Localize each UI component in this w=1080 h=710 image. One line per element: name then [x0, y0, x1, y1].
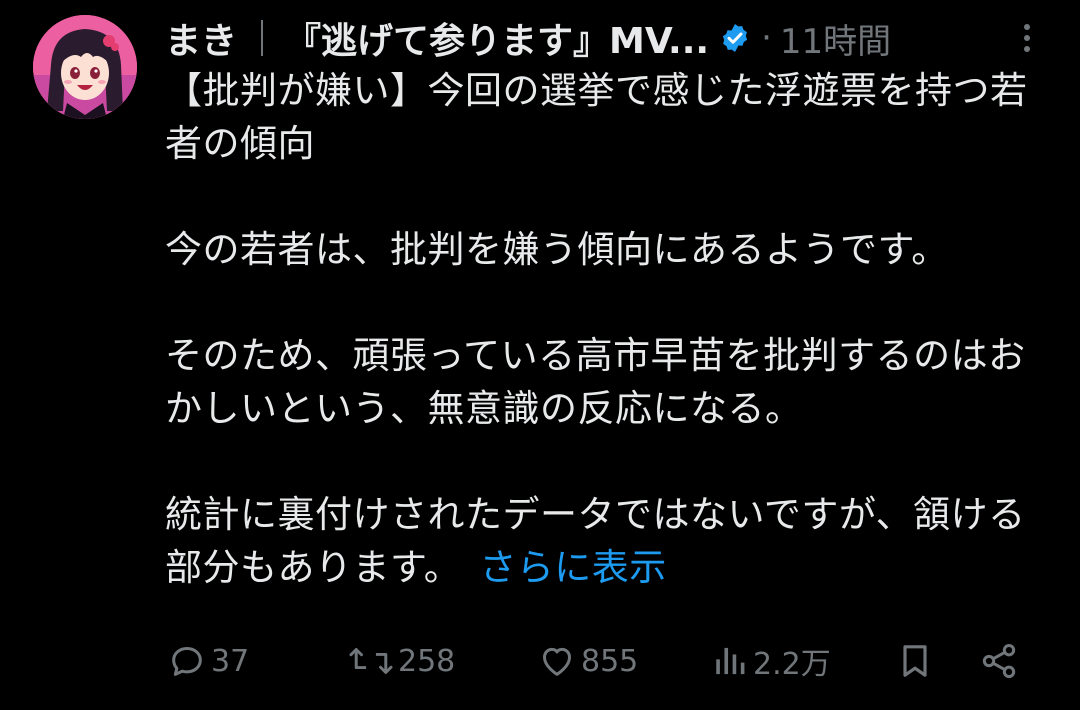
tweet[interactable]: まき 『逃げて参ります』MV... · 11時間 【批判が嫌い】今回の選挙で感じ… [0, 0, 1080, 710]
like-button[interactable]: 855 [537, 636, 638, 686]
timestamp[interactable]: 11時間 [780, 14, 891, 63]
tweet-action-bar: 37 258 855 2.2万 [165, 636, 1055, 686]
author-display-name[interactable]: まき [165, 12, 237, 64]
reply-button[interactable]: 37 [167, 636, 249, 686]
more-vertical-icon[interactable] [1017, 20, 1037, 56]
bookmark-button[interactable] [895, 636, 935, 686]
retweet-button[interactable]: 258 [348, 636, 455, 686]
retweet-icon [348, 641, 394, 681]
tweet-header: まき 『逃げて参ります』MV... · 11時間 [165, 14, 1055, 62]
tweet-paragraph: そのため、頑張っている高市早苗を批判するのはおかしいという、無意識の反応になる。 [165, 334, 1026, 430]
verified-badge-icon [719, 22, 751, 54]
share-icon [977, 641, 1021, 681]
meta-separator: · [761, 18, 772, 58]
tweet-text: 【批判が嫌い】今回の選挙で感じた浮遊票を持つ若者の傾向 今の若者は、批判を嫌う傾… [165, 64, 1055, 594]
name-separator [261, 20, 264, 56]
author-display-name-suffix[interactable]: 『逃げて参ります』MV... [285, 12, 709, 64]
tweet-paragraph-last: 統計に裏付けされたデータではないですが、頷ける部分もあります。 さらに表示 [165, 488, 1055, 594]
heart-icon [537, 641, 577, 681]
views-icon [713, 641, 749, 681]
show-more-link[interactable]: さらに表示 [479, 546, 667, 589]
share-button[interactable] [977, 636, 1021, 686]
avatar-illustration [33, 15, 137, 119]
avatar[interactable] [33, 15, 137, 119]
bookmark-icon [895, 641, 935, 681]
reply-icon [167, 641, 207, 681]
reply-count: 37 [211, 643, 250, 679]
tweet-paragraph: 今の若者は、批判を嫌う傾向にあるようです。 [165, 228, 949, 271]
views-button[interactable]: 2.2万 [713, 636, 831, 686]
view-count: 2.2万 [753, 647, 831, 682]
like-count: 855 [581, 643, 639, 679]
retweet-count: 258 [398, 643, 456, 679]
tweet-paragraph: 【批判が嫌い】今回の選挙で感じた浮遊票を持つ若者の傾向 [165, 69, 1028, 165]
